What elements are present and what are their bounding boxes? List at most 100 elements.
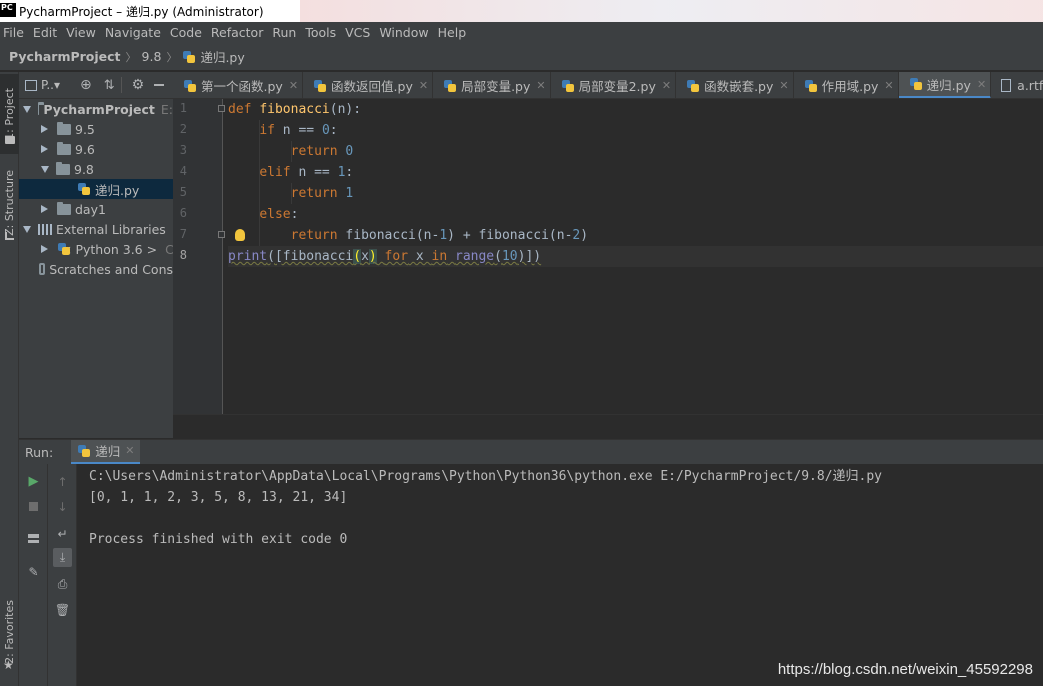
python-file-icon xyxy=(686,79,700,93)
close-icon[interactable]: ✕ xyxy=(536,79,545,92)
trash-icon[interactable]: 🗑 xyxy=(53,600,72,619)
chevron-right-icon[interactable] xyxy=(41,125,48,133)
folder-icon xyxy=(38,101,47,115)
menu-window[interactable]: Window xyxy=(379,25,428,40)
fold-marker-icon[interactable] xyxy=(218,231,225,238)
python-file-icon xyxy=(804,79,818,93)
tree-item-scratches[interactable]: Scratches and Cons xyxy=(19,259,173,279)
python-file-icon xyxy=(77,444,91,458)
chevron-right-icon[interactable] xyxy=(41,245,48,253)
project-panel: P..▾ ⊕ ⇅ ⚙ PycharmProject E: 9.5 9.6 9.8… xyxy=(19,72,173,438)
soft-wrap-icon[interactable]: ↵ xyxy=(53,524,72,543)
tree-item-folder-day1[interactable]: day1 xyxy=(19,199,173,219)
line-number: 1 xyxy=(179,101,187,115)
stop-icon[interactable] xyxy=(24,497,43,516)
code-line-8: print([fibonacci(x) for x in range(10)]) xyxy=(228,246,1043,267)
pin-icon[interactable]: ✎ xyxy=(24,562,43,581)
tab-label: 局部变量2.py xyxy=(578,79,656,94)
code-editor[interactable]: 1 2 3 4 5 6 7 8 def fibonacci(n): if n =… xyxy=(173,99,1043,414)
close-icon[interactable]: ✕ xyxy=(125,444,134,457)
breadcrumb: PycharmProject 〉 9.8 〉 递归.py xyxy=(0,43,1043,71)
tab-label: 函数返回值.py xyxy=(331,79,413,94)
tab-structure-tool[interactable]: Z: Structure xyxy=(0,164,19,242)
arrow-up-icon[interactable]: ↑ xyxy=(53,472,72,491)
tree-item-file-recursion[interactable]: 递归.py xyxy=(19,179,173,199)
menu-run[interactable]: Run xyxy=(272,25,296,40)
tree-item-path: C xyxy=(165,241,173,257)
tree-item-python-sdk[interactable]: < Python 3.6 > C xyxy=(19,239,173,259)
tab-file-6[interactable]: 作用域.py ✕ xyxy=(794,72,899,98)
close-icon[interactable]: ✕ xyxy=(884,79,893,92)
tab-file-3[interactable]: 局部变量.py ✕ xyxy=(433,72,551,98)
chevron-right-icon[interactable] xyxy=(41,205,48,213)
library-icon xyxy=(38,223,52,235)
arrow-down-icon[interactable]: ↓ xyxy=(53,497,72,516)
tree-item-external-libraries[interactable]: External Libraries xyxy=(19,219,173,239)
python-file-icon xyxy=(561,79,575,93)
run-label: Run: xyxy=(25,444,54,460)
menu-vcs[interactable]: VCS xyxy=(345,25,370,40)
print-icon[interactable]: ⎙ xyxy=(53,575,72,594)
tree-item-folder-9-5[interactable]: 9.5 xyxy=(19,119,173,139)
menu-view[interactable]: View xyxy=(66,25,96,40)
menu-tools[interactable]: Tools xyxy=(305,25,336,40)
chevron-down-icon[interactable] xyxy=(23,105,31,113)
menu-refactor[interactable]: Refactor xyxy=(211,25,263,40)
chevron-down-icon[interactable] xyxy=(23,225,31,233)
code-line-6: else: xyxy=(259,207,299,222)
tab-file-5[interactable]: 函数嵌套.py ✕ xyxy=(676,72,794,98)
locate-target-icon[interactable]: ⊕ xyxy=(80,77,92,93)
hide-panel-icon[interactable] xyxy=(154,84,165,86)
project-view-selector[interactable]: P..▾ xyxy=(41,78,60,92)
fold-marker-icon[interactable] xyxy=(218,105,225,112)
line-number: 5 xyxy=(179,185,187,199)
run-panel-header: Run: 递归 ✕ xyxy=(19,439,1043,465)
title-bar: PC PycharmProject – 递归.py (Administrator… xyxy=(0,0,1043,22)
tab-file-2[interactable]: 函数返回值.py ✕ xyxy=(303,72,434,98)
close-icon[interactable]: ✕ xyxy=(977,78,986,91)
close-icon[interactable]: ✕ xyxy=(419,79,428,92)
gear-icon[interactable]: ⚙ xyxy=(132,77,145,93)
code-line-4: elif n == 1: xyxy=(259,165,354,180)
tab-file-4[interactable]: 局部变量2.py ✕ xyxy=(551,72,677,98)
scroll-to-end-icon[interactable]: ⤓ xyxy=(53,548,72,567)
tab-label: 递归.py xyxy=(926,77,971,93)
tab-file-1[interactable]: 第一个函数.py ✕ xyxy=(173,72,304,98)
layout-icon[interactable] xyxy=(24,529,43,548)
run-console[interactable]: C:\Users\Administrator\AppData\Local\Pro… xyxy=(77,464,1043,686)
tree-item-label: 9.6 xyxy=(75,141,95,157)
line-number: 8 xyxy=(179,248,187,262)
menu-edit[interactable]: Edit xyxy=(33,25,57,40)
python-file-icon xyxy=(313,79,327,93)
chevron-right-icon[interactable] xyxy=(41,145,48,153)
tab-file-active[interactable]: 递归.py ✕ xyxy=(898,72,992,98)
tree-item-folder-9-6[interactable]: 9.6 xyxy=(19,139,173,159)
close-icon[interactable]: ✕ xyxy=(662,79,671,92)
tab-file-8[interactable]: a.rtf xyxy=(991,72,1043,98)
chevron-down-icon[interactable] xyxy=(41,165,49,173)
run-tab[interactable]: 递归 ✕ xyxy=(71,439,141,465)
menu-help[interactable]: Help xyxy=(438,25,467,40)
menu-navigate[interactable]: Navigate xyxy=(105,25,161,40)
menu-code[interactable]: Code xyxy=(170,25,202,40)
menu-file[interactable]: File xyxy=(3,25,24,40)
tree-item-folder-9-8[interactable]: 9.8 xyxy=(19,159,173,179)
collapse-all-icon[interactable]: ⇅ xyxy=(104,78,115,93)
rerun-icon[interactable]: ▶ xyxy=(24,472,43,491)
structure-tool-label: Z: Structure xyxy=(3,170,16,236)
tree-item-project-root[interactable]: PycharmProject E: xyxy=(19,99,173,119)
breadcrumb-folder[interactable]: 9.8 xyxy=(142,49,162,64)
tab-label: 局部变量.py xyxy=(461,79,531,94)
background-window-blur xyxy=(300,0,1043,22)
breadcrumb-project[interactable]: PycharmProject xyxy=(9,49,121,64)
line-number: 4 xyxy=(179,164,187,178)
code-line-5: return 1 xyxy=(290,186,354,201)
structure-icon xyxy=(5,232,14,240)
breadcrumb-file[interactable]: 递归.py xyxy=(200,47,244,66)
console-exit-line: Process finished with exit code 0 xyxy=(89,532,348,547)
close-icon[interactable]: ✕ xyxy=(779,79,788,92)
watermark: https://blog.csdn.net/weixin_45592298 xyxy=(777,661,1033,678)
close-icon[interactable]: ✕ xyxy=(289,79,298,92)
breadcrumb-separator-icon: 〉 xyxy=(125,50,137,64)
line-number: 6 xyxy=(179,206,187,220)
